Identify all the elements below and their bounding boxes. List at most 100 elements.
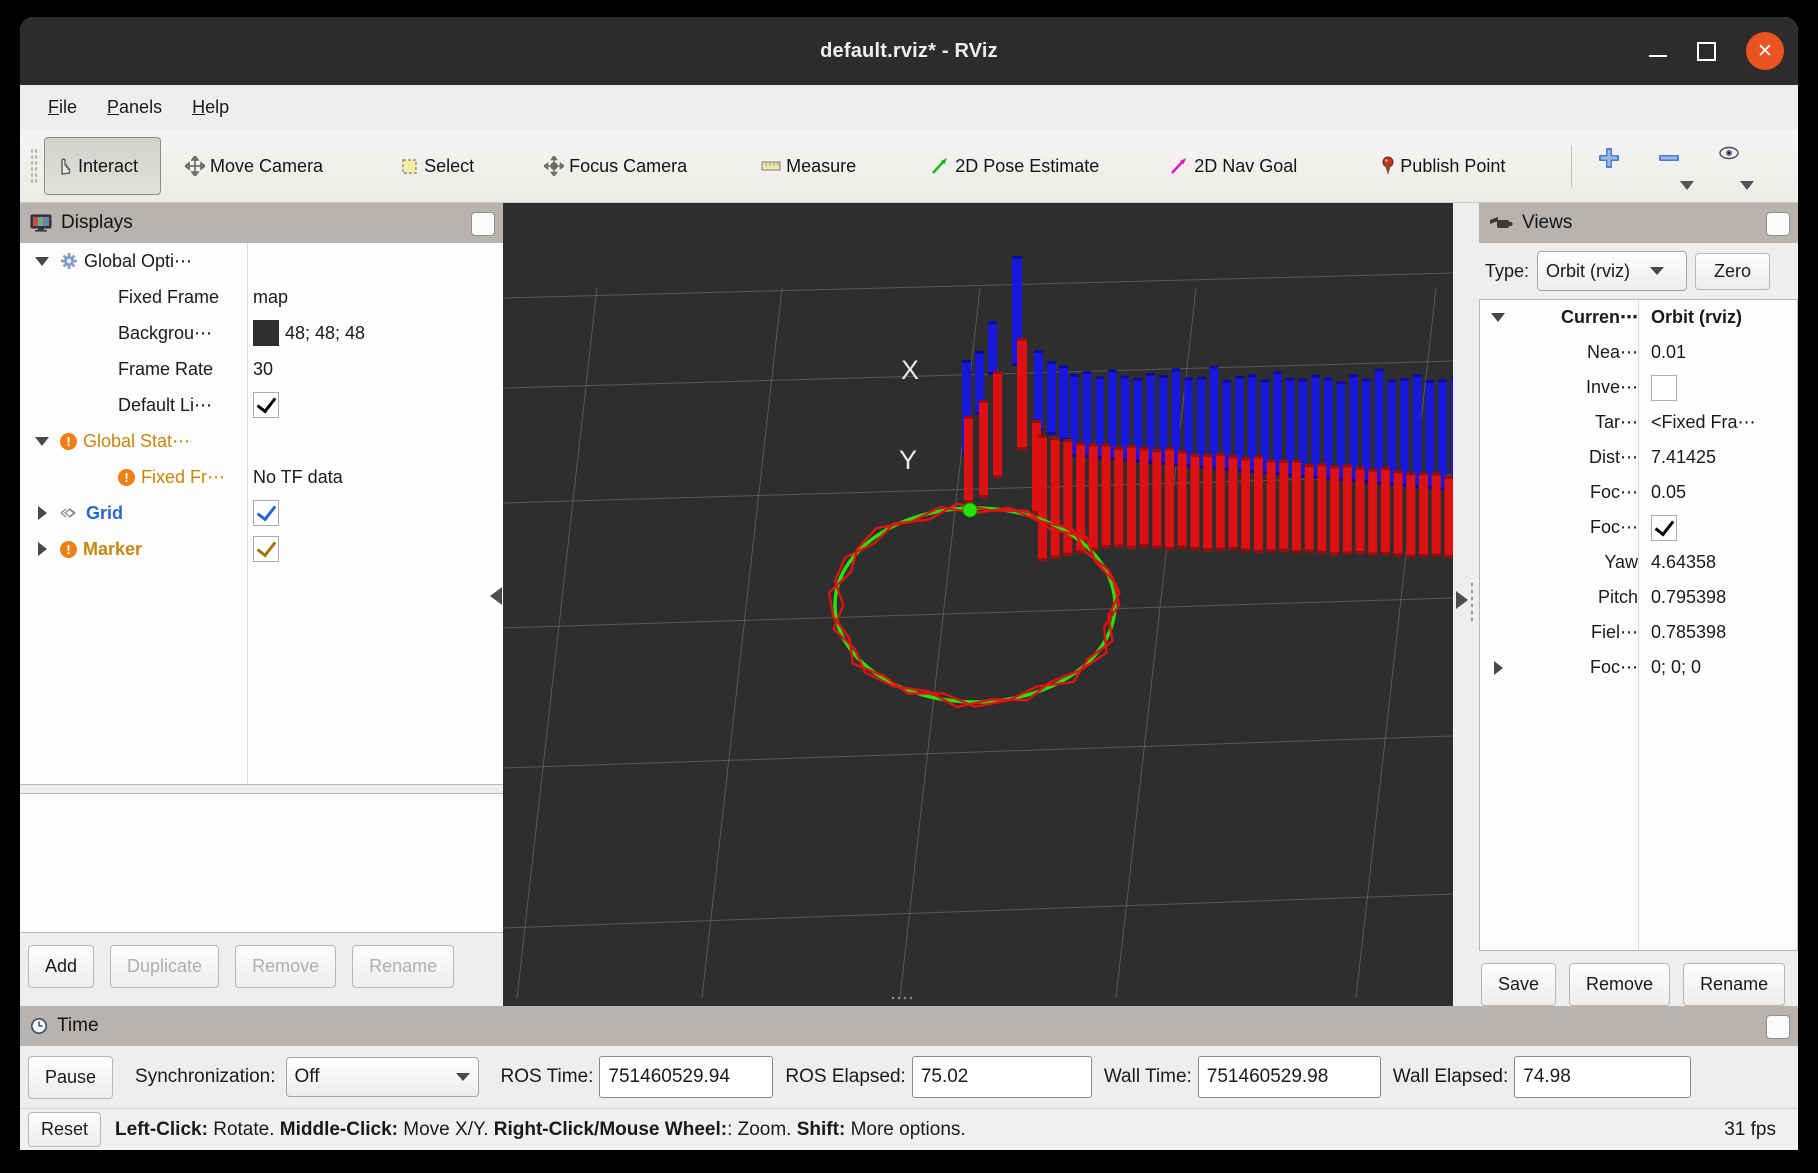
views-remove-button[interactable]: Remove — [1569, 963, 1670, 1006]
expand-icon[interactable] — [38, 506, 47, 520]
expand-icon[interactable] — [1494, 661, 1503, 675]
color-swatch[interactable] — [253, 320, 279, 346]
tree-row-default-li-[interactable]: Default Li⋯ — [20, 387, 503, 423]
displays-panel: Displays Global Opti⋯Fixed FramemapBackg… — [20, 203, 503, 1006]
displays-dock-button[interactable] — [471, 212, 495, 236]
menu-item-panels[interactable]: Panels — [107, 97, 162, 118]
tree-row-backgrou-[interactable]: Backgrou⋯48; 48; 48 — [20, 315, 503, 351]
tree-row-value[interactable]: 30 — [253, 359, 273, 380]
render-viewport[interactable]: XY — [503, 203, 1453, 1006]
zero-button[interactable]: Zero — [1695, 253, 1770, 290]
marker-bar-cap — [979, 400, 988, 403]
tree-row-yaw[interactable]: Yaw4.64358 — [1480, 545, 1797, 580]
pause-button[interactable]: Pause — [28, 1056, 113, 1099]
tree-row-foc-[interactable]: Foc⋯0.05 — [1480, 475, 1797, 510]
remove-tool-caret-icon[interactable] — [1680, 181, 1694, 190]
time-dock-button[interactable] — [1766, 1015, 1790, 1039]
tree-row-foc-[interactable]: Foc⋯0; 0; 0 — [1480, 650, 1797, 685]
tree-row-value[interactable]: 48; 48; 48 — [285, 323, 365, 344]
expand-icon[interactable] — [38, 542, 47, 556]
tool-interact[interactable]: Interact — [44, 137, 161, 195]
collapse-left-panel-icon[interactable] — [490, 587, 502, 605]
tree-row-value[interactable]: Orbit (rviz) — [1651, 307, 1742, 328]
minimize-icon[interactable] — [1649, 55, 1667, 57]
tool-publish-point[interactable]: Publish Point — [1375, 138, 1511, 194]
tree-row-curren-[interactable]: Curren⋯Orbit (rviz) — [1480, 300, 1797, 335]
tree-row-pitch[interactable]: Pitch0.795398 — [1480, 580, 1797, 615]
checkbox[interactable] — [1651, 515, 1677, 541]
views-title: Views — [1522, 212, 1572, 234]
tree-row-dist-[interactable]: Dist⋯7.41425 — [1480, 440, 1797, 475]
tree-row-value[interactable]: map — [253, 287, 288, 308]
time-panel-header[interactable]: Time — [20, 1006, 1798, 1046]
viewport-background[interactable] — [503, 203, 1453, 1006]
remove-tool-button[interactable] — [1652, 140, 1686, 192]
time-field-value[interactable]: 751460529.94 — [599, 1056, 773, 1098]
menu-item-help[interactable]: Help — [192, 97, 229, 118]
tool-focus-camera[interactable]: Focus Camera — [538, 138, 693, 194]
splitter-handle[interactable] — [1470, 581, 1474, 625]
tree-row-global-opti-[interactable]: Global Opti⋯ — [20, 243, 503, 279]
scene-canvas[interactable]: XY — [503, 203, 1453, 1006]
tree-row-value[interactable]: 0; 0; 0 — [1651, 657, 1701, 678]
right-splitter[interactable] — [1453, 203, 1479, 1006]
tree-row-foc-[interactable]: Foc⋯ — [1480, 510, 1797, 545]
tree-row-inve-[interactable]: Inve⋯ — [1480, 370, 1797, 405]
marker-bar — [1330, 465, 1339, 555]
tree-row-value[interactable]: 4.64358 — [1651, 552, 1716, 573]
tool-visibility-caret-icon[interactable] — [1740, 181, 1754, 190]
tree-row-value[interactable]: 0.05 — [1651, 482, 1686, 503]
marker-bar-cap — [1406, 472, 1415, 475]
displays-add-button[interactable]: Add — [28, 945, 94, 988]
collapse-icon[interactable] — [1491, 313, 1505, 322]
time-field-value[interactable]: 74.98 — [1514, 1056, 1691, 1098]
tool-select[interactable]: Select — [395, 138, 480, 194]
views-save-button[interactable]: Save — [1481, 963, 1556, 1006]
displays-panel-header[interactable]: Displays — [20, 203, 503, 243]
checkbox[interactable] — [253, 500, 279, 526]
checkbox[interactable] — [1651, 375, 1677, 401]
marker-bar-cap — [1152, 449, 1161, 452]
time-field-value[interactable]: 75.02 — [912, 1056, 1092, 1098]
tool-move-camera[interactable]: Move Camera — [179, 138, 329, 194]
sync-dropdown[interactable]: Off — [286, 1057, 479, 1097]
tool-measure[interactable]: Measure — [755, 138, 862, 194]
tree-row-fiel-[interactable]: Fiel⋯0.785398 — [1480, 615, 1797, 650]
checkbox[interactable] — [253, 536, 279, 562]
tree-row-fixed-frame[interactable]: Fixed Framemap — [20, 279, 503, 315]
collapse-icon[interactable] — [35, 257, 49, 266]
tree-row-value[interactable]: <Fixed Fra⋯ — [1651, 412, 1756, 433]
toolbar-drag-handle[interactable] — [30, 148, 38, 184]
tree-row-value[interactable]: No TF data — [253, 467, 343, 488]
collapse-right-panel-icon[interactable] — [1456, 591, 1468, 609]
tree-row-nea-[interactable]: Nea⋯0.01 — [1480, 335, 1797, 370]
tree-row-fixed-fr-[interactable]: !Fixed Fr⋯No TF data — [20, 459, 503, 495]
displays-remove-button: Remove — [235, 945, 336, 988]
tree-row-value[interactable]: 0.785398 — [1651, 622, 1726, 643]
views-panel-header[interactable]: Views — [1479, 203, 1798, 243]
tree-row-value[interactable]: 0.01 — [1651, 342, 1686, 363]
tree-row-value[interactable]: 7.41425 — [1651, 447, 1716, 468]
tree-row-tar-[interactable]: Tar⋯<Fixed Fra⋯ — [1480, 405, 1797, 440]
tree-row-marker[interactable]: !Marker — [20, 531, 503, 567]
tree-row-frame-rate[interactable]: Frame Rate30 — [20, 351, 503, 387]
tool-visibility-button[interactable] — [1712, 140, 1746, 192]
tool-label: Measure — [786, 156, 856, 177]
collapse-icon[interactable] — [35, 437, 49, 446]
reset-button[interactable]: Reset — [28, 1112, 101, 1147]
add-tool-button[interactable] — [1592, 140, 1626, 192]
time-field-value[interactable]: 751460529.98 — [1198, 1056, 1381, 1098]
tree-row-grid[interactable]: Grid — [20, 495, 503, 531]
tool-2d-pose-estimate[interactable]: 2D Pose Estimate — [924, 138, 1105, 194]
maximize-icon[interactable] — [1697, 42, 1716, 61]
view-type-dropdown[interactable]: Orbit (rviz) — [1537, 251, 1687, 291]
menu-item-file[interactable]: File — [48, 97, 77, 118]
views-dock-button[interactable] — [1766, 212, 1790, 236]
views-rename-button[interactable]: Rename — [1683, 963, 1785, 1006]
marker-bar-cap — [1317, 463, 1326, 466]
checkbox[interactable] — [253, 392, 279, 418]
tree-row-global-stat-[interactable]: !Global Stat⋯ — [20, 423, 503, 459]
close-icon[interactable]: ✕ — [1746, 32, 1784, 70]
tool-2d-nav-goal[interactable]: 2D Nav Goal — [1163, 138, 1303, 194]
tree-row-value[interactable]: 0.795398 — [1651, 587, 1726, 608]
